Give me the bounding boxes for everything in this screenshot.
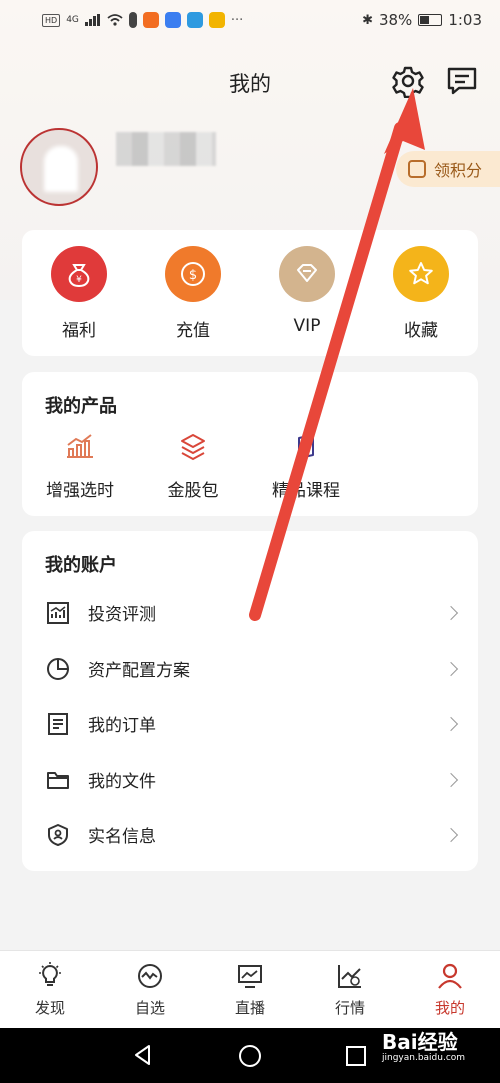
account-item-investment-assessment[interactable]: 投资评测	[22, 585, 478, 640]
quick-action-welfare[interactable]: ¥ 福利	[44, 246, 114, 341]
claim-points-label: 领积分	[434, 161, 483, 180]
tab-market[interactable]: 行情	[300, 961, 400, 1018]
chevron-right-icon	[443, 661, 459, 676]
product-label: 精品课程	[272, 481, 340, 501]
user-icon	[438, 963, 462, 989]
calendar-check-icon	[408, 160, 426, 178]
tab-watchlist[interactable]: 自选	[100, 961, 200, 1018]
product-label: 金股包	[167, 481, 219, 501]
account-item-label: 我的订单	[88, 716, 156, 736]
message-icon[interactable]	[445, 64, 479, 98]
pulse-icon	[138, 964, 162, 988]
product-enhanced-timing[interactable]: 增强选时	[30, 432, 130, 501]
tab-me[interactable]: 我的	[400, 961, 500, 1018]
svg-text:¥: ¥	[76, 275, 82, 285]
layers-icon	[143, 432, 243, 462]
my-account-card: 我的账户 投资评测 资产配置方案 我的订单 我的文件 实名信息	[22, 531, 478, 871]
chevron-right-icon	[443, 605, 459, 620]
home-icon[interactable]	[238, 1044, 262, 1068]
account-item-real-name-info[interactable]: 实名信息	[22, 807, 478, 862]
baidu-watermark: Bai经验 jingyan.baidu.com	[382, 1026, 465, 1063]
hd-badge: HD	[42, 13, 61, 27]
quick-action-label: 充值	[176, 321, 210, 341]
chart-icon	[47, 601, 69, 624]
order-list-icon	[48, 712, 68, 735]
lightbulb-icon	[39, 962, 61, 986]
recents-icon[interactable]	[345, 1045, 367, 1067]
account-item-label: 实名信息	[88, 827, 156, 847]
trend-chart-icon	[30, 432, 130, 462]
market-icon	[338, 965, 361, 988]
tab-label: 我的	[434, 999, 465, 1017]
signal-text: 4G	[66, 15, 79, 25]
page-header: 我的	[0, 58, 500, 106]
account-item-asset-allocation[interactable]: 资产配置方案	[22, 641, 478, 696]
battery-percent: 38%	[378, 11, 413, 29]
quick-action-label: 福利	[62, 321, 96, 341]
product-label: 增强选时	[46, 481, 114, 501]
watermark-brand: Bai经验	[382, 1030, 458, 1054]
tab-live[interactable]: 直播	[200, 961, 300, 1018]
product-premium-courses[interactable]: 精品课程	[256, 432, 356, 501]
page-title: 我的	[229, 72, 271, 96]
book-icon	[256, 432, 356, 462]
quick-action-favorites[interactable]: 收藏	[386, 246, 456, 341]
money-bag-icon: ¥	[51, 246, 107, 302]
tab-label: 自选	[134, 999, 165, 1017]
account-item-label: 我的文件	[88, 772, 156, 792]
quick-action-recharge[interactable]: $ 充值	[158, 246, 228, 341]
section-title: 我的账户	[45, 555, 117, 576]
my-products-card: 我的产品 增强选时 金股包 精品课程	[22, 372, 478, 516]
diamond-icon	[279, 246, 335, 302]
account-item-label: 投资评测	[88, 605, 156, 625]
status-bar: HD 4G ··· ✱ 38% 1:03	[0, 0, 500, 40]
tab-label: 直播	[234, 999, 265, 1017]
clock: 1:03	[448, 11, 482, 29]
chevron-right-icon	[443, 827, 459, 842]
signal-icon	[84, 14, 100, 26]
star-icon	[393, 246, 449, 302]
section-title: 我的产品	[45, 396, 117, 417]
account-item-label: 资产配置方案	[88, 661, 190, 681]
username-blurred	[116, 132, 216, 166]
app-notification-icon	[208, 12, 225, 28]
dollar-coin-icon: $	[165, 246, 221, 302]
quick-action-label: VIP	[293, 316, 321, 336]
account-item-my-files[interactable]: 我的文件	[22, 752, 478, 807]
quick-action-label: 收藏	[404, 321, 438, 341]
battery-icon	[418, 14, 443, 26]
watermark-url: jingyan.baidu.com	[382, 1053, 466, 1063]
quick-action-vip[interactable]: VIP	[272, 246, 342, 336]
app-notification-icon	[142, 12, 159, 28]
tab-label: 行情	[334, 999, 365, 1017]
avatar[interactable]	[20, 128, 98, 206]
back-icon[interactable]	[132, 1044, 154, 1066]
quick-actions-card: ¥ 福利 $ 充值 VIP 收藏	[22, 230, 478, 356]
app-notification-icon	[164, 12, 181, 28]
svg-text:$: $	[189, 268, 197, 283]
bottom-tab-bar: 发现 自选 直播 行情 我的	[0, 950, 500, 1028]
chevron-right-icon	[443, 772, 459, 787]
claim-points-button[interactable]: 领积分	[396, 151, 500, 187]
shield-user-icon	[48, 823, 68, 846]
app-notification-icon	[186, 12, 203, 28]
gear-icon[interactable]	[391, 64, 425, 98]
product-golden-stocks[interactable]: 金股包	[143, 432, 243, 501]
bluetooth-icon: ✱	[362, 12, 373, 28]
pie-chart-icon	[47, 657, 69, 680]
notification-icon	[128, 12, 137, 28]
tab-discover[interactable]: 发现	[0, 961, 100, 1018]
monitor-icon	[238, 965, 262, 988]
chevron-right-icon	[443, 716, 459, 731]
wifi-icon	[107, 14, 123, 26]
folder-icon	[47, 771, 69, 789]
account-item-my-orders[interactable]: 我的订单	[22, 696, 478, 751]
tab-label: 发现	[34, 999, 65, 1017]
